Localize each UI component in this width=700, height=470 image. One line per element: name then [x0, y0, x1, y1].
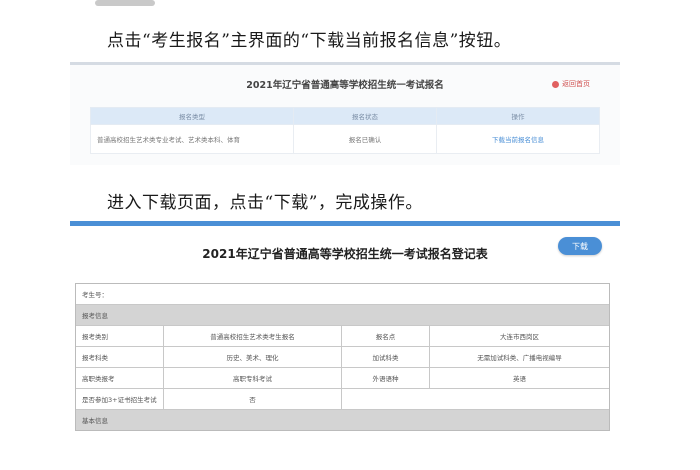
field-value: 否 — [164, 389, 342, 409]
field-value: 高职专科考试 — [164, 368, 342, 388]
page-top-bar — [70, 221, 620, 226]
column-header: 报名状态 — [293, 107, 437, 125]
field-value: 英语 — [513, 375, 526, 383]
instruction-step1: 点击“考生报名”主界面的“下载当前报名信息”按钮。 — [107, 31, 512, 51]
panel1-title: 2021年辽宁省普通高等学校招生统一考试报名 — [246, 80, 444, 91]
field-value: 无需加试科类、广播电视编导 — [477, 354, 562, 362]
table-cell: 普通高校招生艺术类专业考试、艺术类本科、体育 — [90, 124, 294, 154]
form-row: 报考类别 普通高校招生艺术类考生报名 报名点 大连市西岗区 — [76, 326, 609, 347]
panel2-title: 2021年辽宁省普通高等学校招生统一考试报名登记表 — [202, 247, 488, 261]
home-link[interactable]: 返回首页 — [552, 79, 590, 89]
download-current-info-link[interactable]: 下载当前报名信息 — [435, 124, 601, 154]
field-label: 高职类报考 — [76, 368, 164, 388]
registration-screen: 2021年辽宁省普通高等学校招生统一考试报名 返回首页 报名类型 报名状态 操作… — [70, 62, 620, 165]
form-row: 是否参加3+证书招生考试 否 — [76, 389, 609, 410]
field-value: 大连市西岗区 — [500, 333, 539, 341]
section-header: 基本信息 — [76, 410, 609, 430]
column-header: 报名类型 — [90, 107, 294, 125]
exam-no-label: 考生号： — [82, 291, 108, 299]
field-label: 是否参加3+证书招生考试 — [76, 389, 164, 409]
field-value: 历史、美术、理化 — [164, 347, 342, 367]
registration-form: 考生号： 报考信息 报考类别 普通高校招生艺术类考生报名 报名点 大连市西岗区 … — [75, 283, 610, 431]
form-row: 高职类报考 高职专科考试 外语语种 英语 — [76, 368, 609, 389]
field-label: 加试科类 — [342, 347, 430, 367]
registration-table: 报名类型 报名状态 操作 普通高校招生艺术类专业考试、艺术类本科、体育 报名已确… — [90, 107, 601, 154]
field-label — [342, 389, 430, 409]
field-label: 外语语种 — [342, 368, 430, 388]
column-header: 操作 — [435, 107, 601, 125]
instruction-step2: 进入下载页面，点击“下载”，完成操作。 — [107, 193, 423, 213]
section-header: 报考信息 — [76, 305, 609, 326]
exam-no-row: 考生号： — [76, 284, 609, 305]
top-fade-bar — [95, 0, 155, 6]
home-icon — [552, 80, 559, 88]
field-label: 报考类别 — [76, 326, 164, 346]
field-value: 普通高校招生艺术类考生报名 — [164, 326, 342, 346]
table-row: 普通高校招生艺术类专业考试、艺术类本科、体育 报名已确认 下载当前报名信息 — [90, 124, 601, 154]
download-button[interactable]: 下载 — [558, 237, 602, 255]
field-label: 报名点 — [342, 326, 430, 346]
form-row: 报考科类 历史、美术、理化 加试科类 无需加试科类、广播电视编导 — [76, 347, 609, 368]
field-value — [430, 389, 609, 409]
table-cell: 报名已确认 — [293, 124, 437, 154]
table-header-row: 报名类型 报名状态 操作 — [90, 107, 601, 125]
field-label: 报考科类 — [76, 347, 164, 367]
home-link-label: 返回首页 — [562, 80, 590, 88]
